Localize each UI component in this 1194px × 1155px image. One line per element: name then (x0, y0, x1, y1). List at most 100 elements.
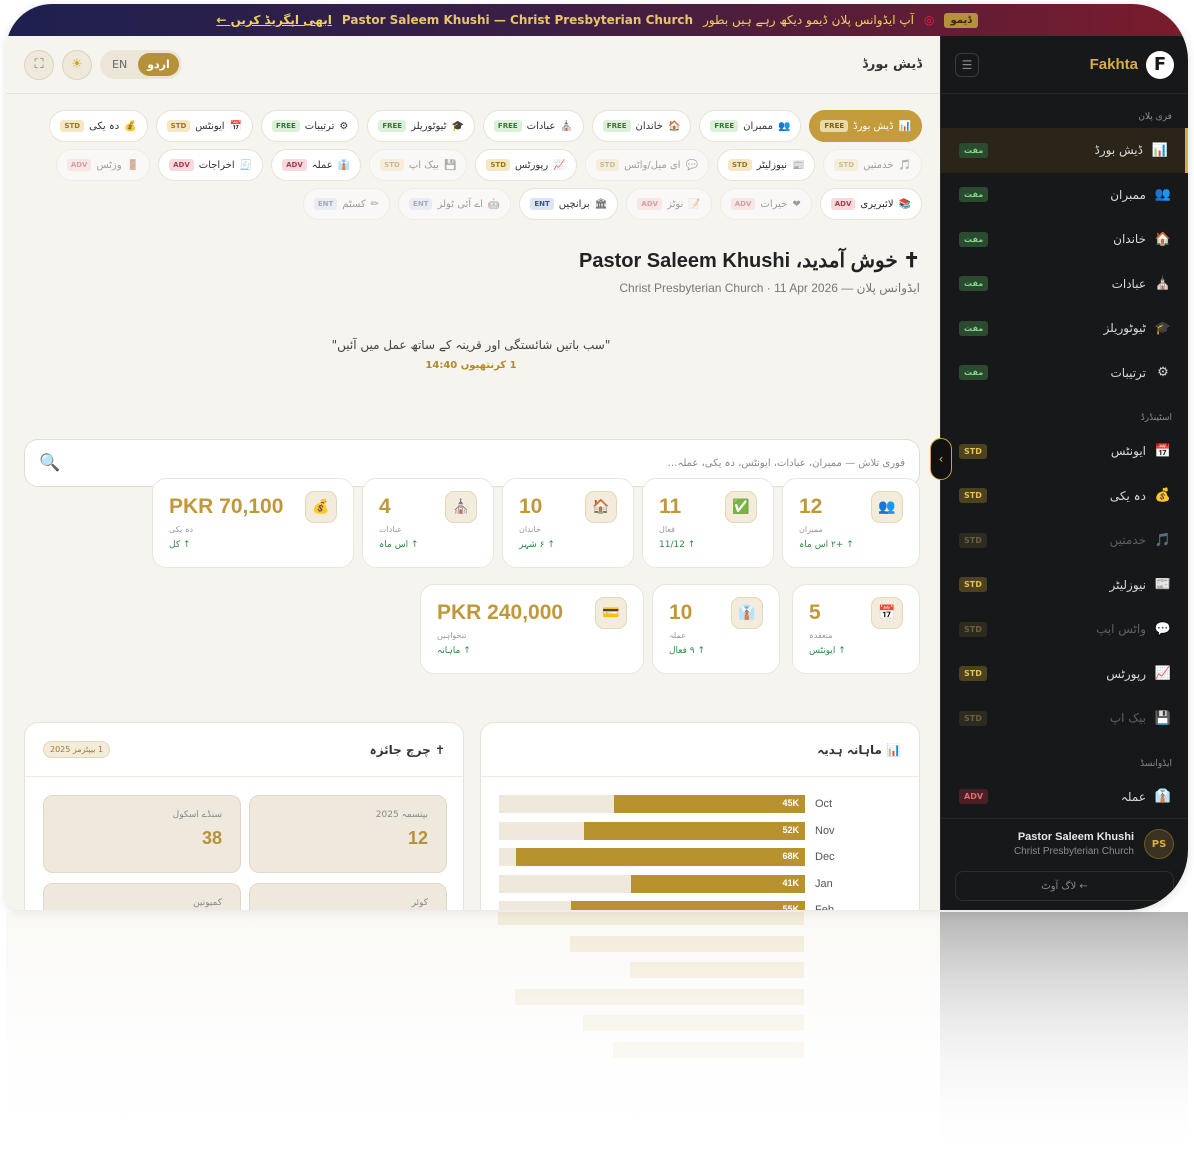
sidebar-item[interactable]: 📅 ایونٹس STD (941, 429, 1188, 474)
sidebar-item[interactable]: 💰 دہ یکی STD (941, 474, 1188, 519)
bar-row: 45K Oct (499, 795, 889, 815)
module-chip[interactable]: 📚 لائبریری ADV (819, 188, 922, 220)
search-icon[interactable]: 🔍 (39, 453, 60, 473)
sidebar-item[interactable]: 💾 بیک اپ STD (941, 696, 1188, 741)
main-content: ⛶ ☀ EN اردو ڈیش بورڈ 📊 ڈیش بورڈ FREE 👥 ممبرا… (6, 36, 940, 910)
chip-badge: FREE (820, 120, 849, 132)
stat-label: ممبران (799, 525, 823, 534)
chip-badge: STD (595, 159, 620, 171)
bar-category-label: Feb (815, 904, 834, 910)
overview-card[interactable]: کوئر22 (249, 883, 447, 910)
stat-icon: 👥 (871, 491, 903, 523)
stat-icon: ✅ (725, 491, 757, 523)
module-chip[interactable]: 📅 ایونٹس STD (155, 110, 254, 142)
sidebar-item[interactable]: ⛪ عبادات مفت (941, 262, 1188, 307)
overview-card[interactable]: کمیونین10 (43, 883, 241, 910)
module-chip[interactable]: 🚪 وزٹس ADV (55, 149, 151, 181)
stat-card[interactable]: 👥 12 ممبران ↑ +۲ اس ماہ (782, 478, 920, 568)
chip-label: ممبران (743, 120, 773, 132)
sidebar-item-main: 🎓 ٹیوٹوریلز (1104, 321, 1172, 336)
sidebar-item-icon: 💾 (1154, 710, 1172, 726)
tier-badge: STD (959, 666, 987, 682)
module-chip[interactable]: 👥 ممبران FREE (699, 110, 802, 142)
module-chip[interactable]: 🏠 خاندان FREE (591, 110, 692, 142)
stat-card[interactable]: 💳 PKR 240,000 تنخواہیں ↑ ماہانہ (420, 584, 644, 674)
module-chip[interactable]: 🎵 خدمتیں STD (823, 149, 922, 181)
chip-row: 📚 لائبریری ADV ❤ خیرات ADV 📝 نوٹز ADV 🏛 برانچیں ENT… (26, 188, 922, 220)
search-input[interactable]: فوری تلاش — ممبران، عبادات، ایونٹس، دہ ی… (667, 458, 905, 469)
sidebar-item[interactable]: 🎓 ٹیوٹوریلز مفت (941, 306, 1188, 351)
stat-card[interactable]: 📅 5 منعقدہ ↑ ایونٹس (792, 584, 920, 674)
chip-badge: ENT (409, 198, 433, 210)
module-chip[interactable]: 👔 عملہ ADV (271, 149, 362, 181)
sun-icon[interactable]: ☀ (62, 49, 92, 80)
sidebar-item[interactable]: 📰 نیوزلیٹر STD (941, 563, 1188, 608)
tier-badge: STD (959, 532, 987, 548)
stat-card[interactable]: ⛪ 4 عبادات ↑ اس ماہ (362, 478, 494, 568)
fullscreen-icon[interactable]: ⛶ (24, 49, 54, 80)
chip-label: لائبریری (860, 198, 894, 210)
stat-card[interactable]: 👔 10 عملہ ↑ ۹ فعال (652, 584, 780, 674)
sidebar-collapse-button[interactable]: ‹ (930, 438, 952, 480)
module-chip[interactable]: 🎓 ٹیوٹوریلز FREE (367, 110, 475, 142)
chip-icon: ❤ (792, 198, 801, 210)
stat-card[interactable]: ✅ 11 فعال ↑ 11/12 (642, 478, 774, 568)
bar-row: 41K Jan (499, 874, 889, 895)
stat-trend: ↑ ۹ فعال (669, 646, 706, 656)
stat-card-top: ✅ 11 (659, 491, 757, 523)
module-chip[interactable]: 💾 بیک اپ STD (369, 149, 468, 181)
module-chip[interactable]: ⛪ عبادات FREE (482, 110, 584, 142)
chip-icon: 📚 (898, 198, 911, 210)
avatar: PS (1144, 829, 1174, 859)
logout-button[interactable]: ← لاگ آوٹ (955, 871, 1174, 901)
banner-message: آپ ایڈوانس پلان ڈیمو دیکھ رہے ہیں بطور (703, 13, 914, 27)
chip-icon: 🤖 (487, 198, 501, 210)
sidebar-item[interactable]: ⚙ ترتیبات مفت (941, 351, 1188, 396)
bar-value-label: 45K (782, 798, 799, 808)
stat-card[interactable]: 💰 PKR 70,100 دہ یکی ↑ کل (152, 478, 354, 568)
chip-icon: 📊 (898, 120, 911, 132)
chip-icon: 🎓 (451, 120, 464, 132)
module-chip[interactable]: 💬 ای میل/واٹس STD (584, 149, 709, 181)
sidebar-item[interactable]: 👔 عملہ ADV (941, 775, 1188, 820)
sidebar-item[interactable]: 🏠 خاندان مفت (941, 217, 1188, 262)
module-chip[interactable]: 💰 دہ یکی STD (49, 110, 148, 142)
stat-icon: 🏠 (585, 491, 617, 523)
module-chip[interactable]: 📝 نوٹز ADV (626, 188, 712, 220)
overview-card[interactable]: سنڈے اسکول 38 (43, 795, 241, 873)
target-icon: ◎ (923, 13, 935, 27)
sidebar-item[interactable]: 📊 ڈیش بورڈ مفت (941, 128, 1188, 173)
module-chip[interactable]: 📈 رپورٹس STD (475, 149, 577, 181)
sidebar-item[interactable]: 📈 رپورٹس STD (941, 652, 1188, 697)
module-chip[interactable]: 🏛 برانچیں ENT (519, 188, 619, 220)
chip-label: ایونٹس (195, 120, 225, 132)
chip-label: بیک اپ (408, 159, 439, 171)
module-chip[interactable]: 📊 ڈیش بورڈ FREE (809, 110, 922, 142)
brand[interactable]: F Fakhta (1089, 50, 1174, 79)
sidebar-item[interactable]: 🎵 خدمتیں STD (941, 518, 1188, 563)
sidebar-item[interactable]: 👥 ممبران مفت (941, 173, 1188, 218)
chip-badge: FREE (378, 120, 407, 132)
chip-badge: STD (486, 159, 511, 171)
module-chip[interactable]: ❤ خیرات ADV (719, 188, 812, 220)
lang-urdu-button[interactable]: اردو (138, 53, 179, 76)
verse-block: "سب باتیں شائستگی اور قرینہ کے ساتھ عمل … (306, 338, 636, 371)
brand-name: Fakhta (1089, 56, 1138, 73)
module-chip[interactable]: ✏ کسٹم ENT (302, 188, 391, 220)
chip-badge: ENT (313, 198, 338, 210)
module-chip[interactable]: 🧾 اخراجات ADV (158, 149, 264, 181)
bar-category-label: Oct (815, 798, 833, 810)
lang-en-button[interactable]: EN (103, 53, 136, 76)
sidebar-item-main: ⚙ ترتیبات (1111, 365, 1173, 380)
bar-track: 45K (499, 795, 805, 813)
module-chip[interactable]: 🤖 اے آئی ٹولز ENT (398, 188, 512, 220)
module-chip[interactable]: 📰 نیوزلیٹر STD (716, 149, 816, 181)
sidebar-item[interactable]: 💬 واٹس ایپ STD (941, 607, 1188, 652)
overview-card[interactable]: بپتسمہ 2025 12 (249, 795, 447, 873)
stat-card[interactable]: 🏠 10 خاندان ↑ ۶ شہر (502, 478, 634, 568)
stat-value: 11 (659, 495, 682, 518)
menu-icon[interactable]: ☰ (955, 52, 979, 77)
module-chip[interactable]: ⚙ ترتیبات FREE (261, 110, 360, 142)
upgrade-link[interactable]: ابھی اپگریڈ کریں ← (216, 13, 332, 27)
church-overview-panel: ✝ چرچ جائزہ 1 بیپٹزمز 2025 بپتسمہ 2025 12… (24, 722, 464, 910)
